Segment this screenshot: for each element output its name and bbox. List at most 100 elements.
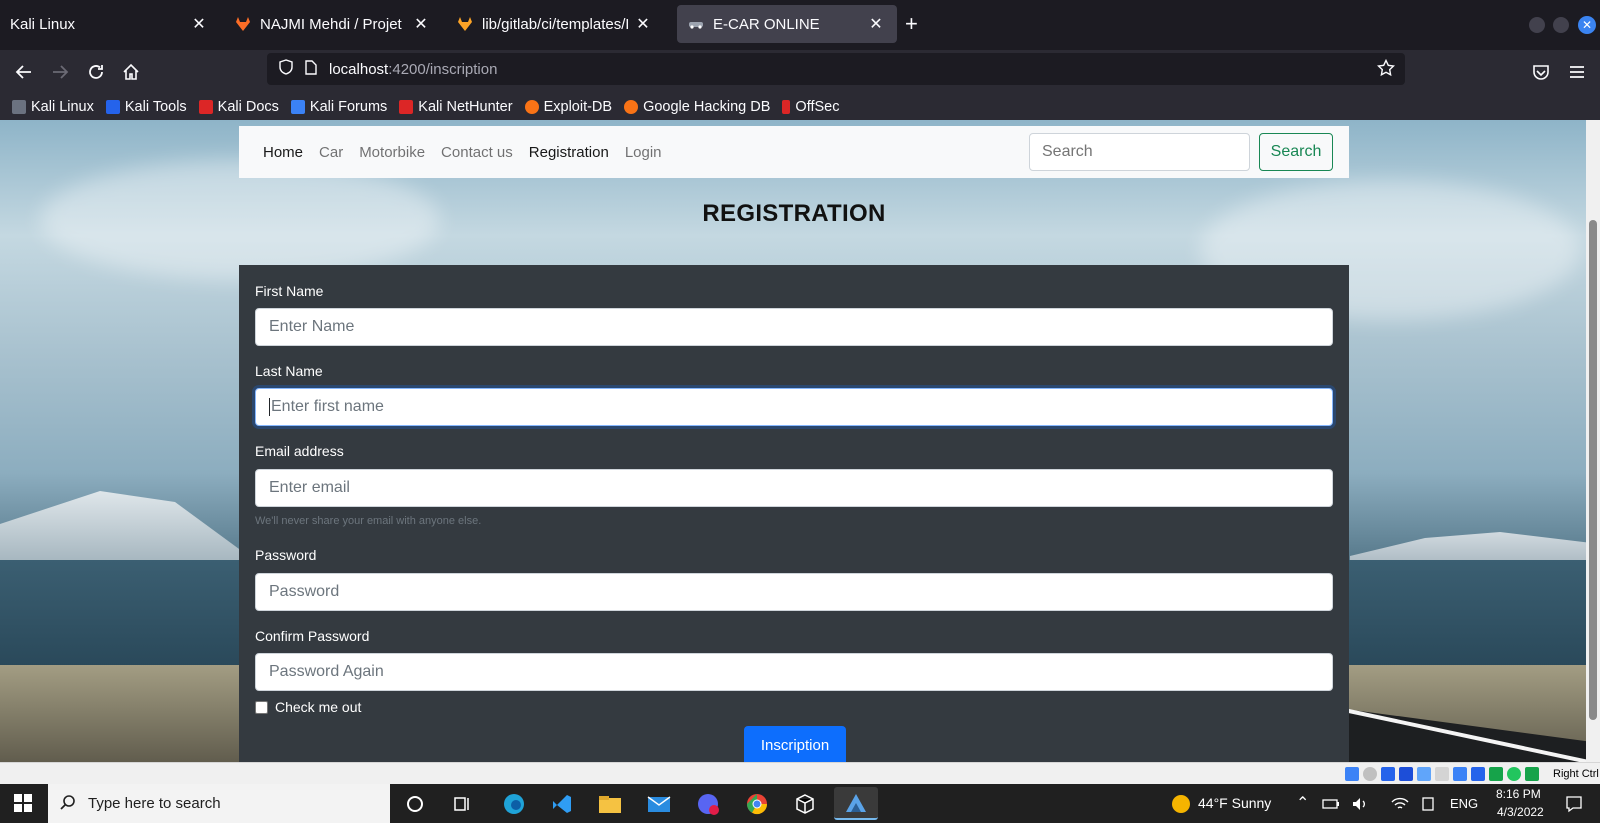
inscription-button[interactable]: Inscription [744,726,846,762]
bookmark-kali-docs[interactable]: Kali Docs [198,99,279,115]
password-label: Password [255,547,317,563]
maximize-window-button[interactable] [1553,17,1569,33]
shield-icon[interactable] [279,59,293,79]
file-explorer-icon[interactable] [596,790,624,818]
new-tab-button[interactable]: + [905,12,918,36]
bookmark-kali-nethunter[interactable]: Kali NetHunter [399,99,513,115]
usb-icon[interactable] [1417,767,1431,781]
bookmark-offsec[interactable]: OffSec [782,99,839,115]
tray-chevron-up-icon[interactable]: ⌃ [1296,793,1309,813]
close-window-button[interactable]: ✕ [1578,16,1596,34]
text-caret [269,398,270,416]
page-icon[interactable] [305,59,317,79]
check-me-out-row[interactable]: Check me out [255,699,361,715]
clock-date[interactable]: 4/3/2022 [1497,805,1544,819]
bookmarks-toolbar: Kali Linux Kali Tools Kali Docs Kali For… [0,94,1600,120]
mail-icon[interactable] [645,790,673,818]
windows-start-icon[interactable] [14,794,32,812]
weather-sun-icon[interactable] [1167,790,1195,818]
bookmark-kali-linux[interactable]: Kali Linux [12,99,94,115]
hdd-icon[interactable] [1345,767,1359,781]
keyboard-icon[interactable] [1525,767,1539,781]
url-path: :4200/inscription [388,60,498,78]
page-scrollbar[interactable] [1586,120,1600,762]
weather-text[interactable]: 44°F Sunny [1198,795,1271,811]
scrollbar-thumb[interactable] [1589,220,1597,720]
site-search-input[interactable] [1029,133,1250,171]
bookmark-kali-forums[interactable]: Kali Forums [290,99,387,115]
confirm-password-input[interactable]: Password Again [255,653,1333,691]
kali-dragon-icon [12,100,26,114]
bookmark-star-icon[interactable] [1376,58,1396,81]
bookmark-kali-tools[interactable]: Kali Tools [105,99,187,115]
battery-icon[interactable] [1320,790,1342,818]
tab-ecar-online[interactable]: E-CAR ONLINE ✕ [677,5,897,43]
display-icon[interactable] [1453,767,1467,781]
last-name-input[interactable]: Enter first name [255,388,1333,426]
nav-motorbike[interactable]: Motorbike [359,144,425,161]
home-icon[interactable] [118,59,144,85]
bookmark-google-hacking-db[interactable]: Google Hacking DB [624,99,770,115]
nav-home[interactable]: Home [263,144,303,161]
minimize-window-button[interactable] [1529,17,1545,33]
nav-car[interactable]: Car [319,144,343,161]
virtualbox-cube-icon[interactable] [791,790,819,818]
forward-arrow-icon[interactable] [47,59,73,85]
reload-icon[interactable] [83,59,109,85]
audio-icon[interactable] [1381,767,1395,781]
tab-title: NAJMI Mehdi / Projet Full_ [260,15,406,33]
kali-docs-icon [198,100,213,114]
first-name-label: First Name [255,283,324,299]
site-search-button[interactable]: Search [1259,133,1333,171]
gitlab-icon [456,15,474,33]
first-name-input[interactable]: Enter Name [255,308,1333,346]
mouse-integration-icon[interactable] [1507,767,1521,781]
password-input[interactable]: Password [255,573,1333,611]
vscode-icon[interactable] [548,790,576,818]
gitlab-icon [234,15,252,33]
tab-close-icon[interactable]: ✕ [412,14,430,34]
discord-icon[interactable] [694,790,722,818]
check-me-out-checkbox[interactable] [255,700,268,714]
tab-gitlab-project[interactable]: NAJMI Mehdi / Projet Full_ ✕ [224,5,442,43]
task-view-icon[interactable] [448,790,476,818]
back-arrow-icon[interactable] [11,59,37,85]
tab-close-icon[interactable]: ✕ [867,14,885,34]
action-center-icon[interactable] [1560,790,1588,818]
vbox-status-bar: Right Ctrl [0,762,1600,784]
network-icon[interactable] [1399,767,1413,781]
clock-time[interactable]: 8:16 PM [1496,787,1541,801]
address-bar[interactable]: localhost:4200/inscription [267,53,1405,85]
edge-icon[interactable] [500,790,528,818]
bookmark-exploit-db[interactable]: Exploit-DB [524,99,612,115]
email-input[interactable]: Enter email [255,469,1333,507]
chrome-icon[interactable] [743,790,771,818]
browser-tab-strip: Kali Linux ✕ NAJMI Mehdi / Projet Full_ … [0,0,1600,50]
first-name-placeholder: Enter Name [269,318,355,335]
hamburger-menu-icon[interactable] [1564,59,1590,85]
tab-kali-linux[interactable]: Kali Linux ✕ [0,5,220,43]
tab-close-icon[interactable]: ✕ [190,14,208,34]
pocket-icon[interactable] [1528,59,1554,85]
notifications-tray-icon[interactable] [1417,790,1439,818]
tab-close-icon[interactable]: ✕ [634,14,652,34]
optical-drive-icon[interactable] [1363,767,1377,781]
email-placeholder: Enter email [269,479,350,496]
bookmark-label: Kali Linux [31,99,94,115]
volume-icon[interactable] [1349,790,1371,818]
cpu-icon[interactable] [1489,767,1503,781]
tab-gitlab-templates[interactable]: lib/gitlab/ci/templates/Do ✕ [446,5,664,43]
nav-contact-us[interactable]: Contact us [441,144,513,161]
tab-title: E-CAR ONLINE [713,15,820,33]
recording-icon[interactable] [1471,767,1485,781]
nav-login[interactable]: Login [625,144,662,161]
language-indicator[interactable]: ENG [1450,796,1478,811]
wifi-icon[interactable] [1389,790,1411,818]
password-placeholder: Password [269,583,340,600]
bookmark-label: Kali Tools [124,99,187,115]
nav-registration[interactable]: Registration [529,144,609,161]
cortana-icon[interactable] [401,790,429,818]
taskbar-search-box[interactable]: Type here to search [48,784,390,823]
shared-folder-icon[interactable] [1435,767,1449,781]
kali-vm-icon[interactable] [834,787,878,820]
